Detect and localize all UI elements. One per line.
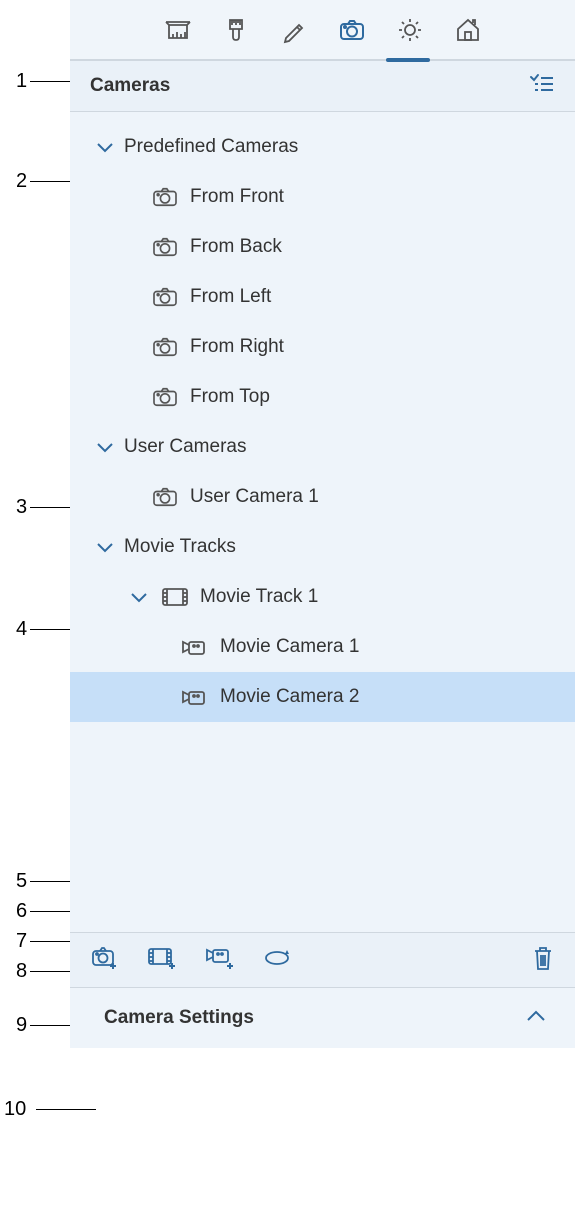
tree-group-predefined[interactable]: Predefined Cameras — [70, 122, 575, 172]
callout-2: 2 — [16, 170, 27, 193]
tree-item-from-back[interactable]: From Back — [70, 222, 575, 272]
tree-item-label: From Top — [190, 386, 270, 408]
chevron-down-icon — [94, 141, 116, 153]
callout-4: 4 — [16, 618, 27, 641]
callout-10: 10 — [4, 1098, 26, 1121]
tree-item-label: Movie Camera 1 — [220, 636, 359, 658]
measure-tab-icon[interactable] — [163, 15, 193, 45]
add-movie-track-button[interactable] — [146, 945, 178, 976]
tree-track-movie-track-1[interactable]: Movie Track 1 — [70, 572, 575, 622]
top-toolbar — [70, 0, 575, 60]
video-camera-icon — [178, 686, 212, 708]
camera-icon — [148, 386, 182, 408]
callout-3: 3 — [16, 496, 27, 519]
tree-group-label: User Cameras — [124, 436, 246, 458]
camera-icon — [148, 236, 182, 258]
tree-item-from-top[interactable]: From Top — [70, 372, 575, 422]
loop-button[interactable] — [262, 947, 292, 974]
tree-item-from-right[interactable]: From Right — [70, 322, 575, 372]
section-title: Cameras — [90, 75, 170, 97]
pencil-tab-icon[interactable] — [279, 15, 309, 45]
sun-tab-icon[interactable] — [395, 15, 425, 45]
camera-icon — [148, 286, 182, 308]
add-movie-camera-button[interactable] — [204, 945, 236, 976]
tree-item-from-front[interactable]: From Front — [70, 172, 575, 222]
camera-icon — [148, 186, 182, 208]
tree-item-movie-camera-1[interactable]: Movie Camera 1 — [70, 622, 575, 672]
tree-item-movie-camera-2[interactable]: Movie Camera 2 — [70, 672, 575, 722]
tree-item-label: User Camera 1 — [190, 486, 319, 508]
camera-panel: Cameras Predefined Cameras From F — [70, 0, 575, 1048]
camera-icon — [148, 336, 182, 358]
active-tab-underline — [386, 58, 430, 62]
callout-9: 9 — [16, 1014, 27, 1037]
house-tab-icon[interactable] — [453, 15, 483, 45]
list-options-icon[interactable] — [529, 72, 555, 100]
camera-settings-header[interactable]: Camera Settings — [70, 988, 575, 1048]
tree-item-from-left[interactable]: From Left — [70, 272, 575, 322]
camera-icon — [148, 486, 182, 508]
tree-group-label: Movie Tracks — [124, 536, 236, 558]
tree-track-label: Movie Track 1 — [200, 586, 318, 608]
tree-item-user-camera-1[interactable]: User Camera 1 — [70, 472, 575, 522]
spacer — [70, 742, 575, 932]
tree-item-label: Movie Camera 2 — [220, 686, 359, 708]
tree-group-label: Predefined Cameras — [124, 136, 298, 158]
callout-1: 1 — [16, 70, 27, 93]
delete-button[interactable] — [531, 944, 555, 977]
callout-line — [36, 1109, 96, 1110]
chevron-up-icon — [525, 1007, 547, 1029]
cameras-section-header: Cameras — [70, 60, 575, 112]
callout-5: 5 — [16, 870, 27, 893]
camera-tab-icon[interactable] — [337, 15, 367, 45]
chevron-down-icon — [94, 441, 116, 453]
bottom-toolbar — [70, 932, 575, 988]
tree-item-label: From Left — [190, 286, 271, 308]
callout-6: 6 — [16, 900, 27, 923]
chevron-down-icon — [128, 591, 150, 603]
tree-group-user[interactable]: User Cameras — [70, 422, 575, 472]
video-camera-icon — [178, 636, 212, 658]
callout-8: 8 — [16, 960, 27, 983]
settings-title: Camera Settings — [104, 1007, 254, 1029]
tree-item-label: From Back — [190, 236, 282, 258]
tree-group-movie[interactable]: Movie Tracks — [70, 522, 575, 572]
brush-tab-icon[interactable] — [221, 15, 251, 45]
tree-item-label: From Front — [190, 186, 284, 208]
callout-7: 7 — [16, 930, 27, 953]
tree-item-label: From Right — [190, 336, 284, 358]
add-camera-button[interactable] — [90, 945, 120, 976]
chevron-down-icon — [94, 541, 116, 553]
film-icon — [158, 586, 192, 608]
camera-tree: Predefined Cameras From Front From Back … — [70, 112, 575, 742]
